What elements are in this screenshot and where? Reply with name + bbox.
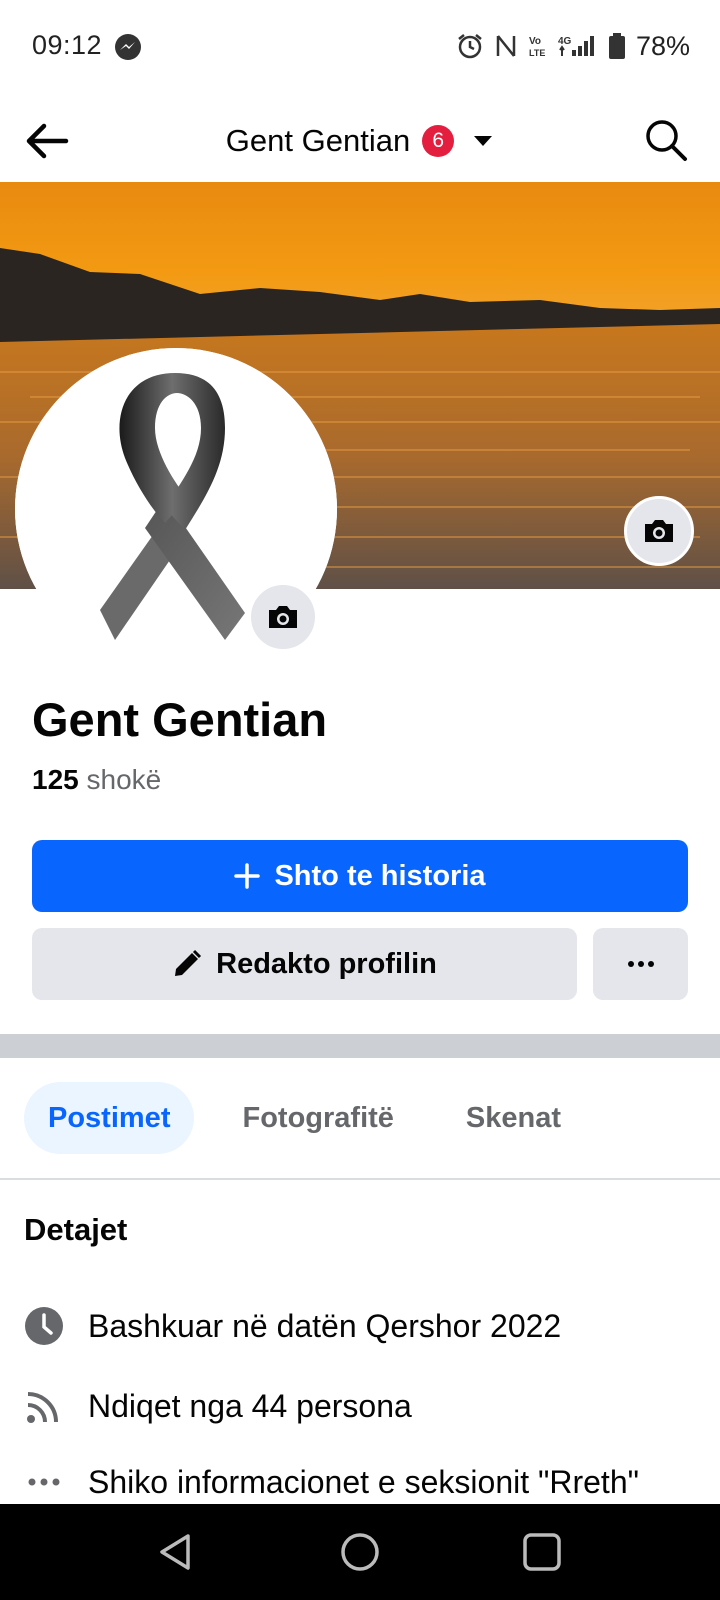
nfc-icon [496,35,516,57]
rss-icon [27,1392,58,1423]
detail-followers[interactable]: Ndiqet nga 44 persona [24,1384,412,1428]
alarm-icon [458,34,482,59]
notification-badge: 6 [422,125,455,157]
add-story-label: Shto te historia [274,859,486,892]
more-dots-icon [627,961,654,967]
detail-about[interactable]: Shiko informacionet e seksionit "Rreth" [24,1460,639,1504]
profile-tabs: Postimet Fotografitë Skenat [24,1082,585,1154]
svg-text:Vo: Vo [529,36,541,47]
edit-cover-button[interactable] [624,496,694,566]
camera-icon [269,606,297,628]
caret-down-icon [474,136,493,146]
section-divider [0,1034,720,1058]
edit-profile-label: Redakto profilin [216,947,437,980]
friends-count[interactable]: 125 shokë [32,764,161,796]
tabs-divider [0,1178,720,1180]
plus-icon [234,863,261,889]
4g-signal-icon: 4G [558,36,594,56]
nav-recents-icon[interactable] [520,1530,564,1574]
search-icon[interactable] [644,118,688,162]
status-time: 09:12 [32,30,103,60]
detail-joined-text: Bashkuar në datën Qershor 2022 [88,1307,562,1344]
status-icons: Vo LTE 4G 78% [456,28,690,64]
tab-photos[interactable]: Fotografitë [218,1082,417,1154]
battery-percentage: 78% [635,30,690,61]
nav-back-icon[interactable] [154,1530,198,1574]
messenger-icon [115,34,141,60]
svg-text:4G: 4G [558,36,572,47]
header-title: Gent Gentian [225,123,411,158]
svg-text:LTE: LTE [529,48,545,58]
detail-followers-text: Ndiqet nga 44 persona [88,1387,412,1424]
profile-switcher[interactable]: Gent Gentian 6 [0,118,720,164]
friends-number: 125 [32,764,79,795]
camera-icon [645,520,673,542]
details-heading: Detajet [24,1212,128,1247]
more-options-button[interactable] [593,928,688,1000]
friends-label: shokë [86,764,162,795]
nav-home-icon[interactable] [338,1530,382,1574]
more-dots-icon [28,1478,60,1486]
clock-icon [25,1307,63,1345]
pencil-icon [175,949,202,976]
edit-avatar-button[interactable] [248,582,318,652]
detail-about-text: Shiko informacionet e seksionit "Rreth" [88,1463,639,1500]
volte-icon: Vo LTE [529,36,545,58]
edit-profile-button[interactable]: Redakto profilin [32,928,577,1000]
profile-name: Gent Gentian [32,693,328,746]
battery-icon [608,33,625,59]
tab-posts[interactable]: Postimet [24,1082,195,1154]
add-story-button[interactable]: Shto te historia [32,840,688,912]
tab-reels[interactable]: Skenat [442,1082,585,1154]
detail-joined: Bashkuar në datën Qershor 2022 [24,1304,561,1348]
